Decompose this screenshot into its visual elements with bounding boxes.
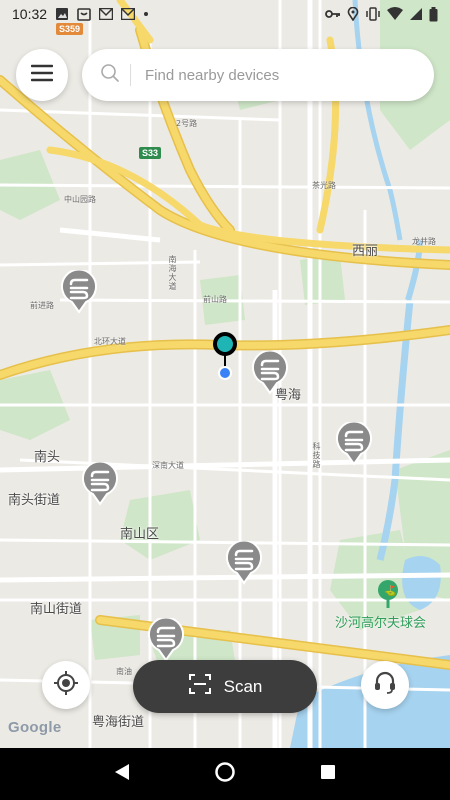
status-time: 10:32 <box>12 6 48 22</box>
home-button[interactable] <box>205 754 245 794</box>
crosshair-icon <box>53 670 79 701</box>
map-label-nanshan-district: 南山区 <box>120 527 160 542</box>
road-label-2: 2号路 <box>176 119 198 128</box>
device-pin[interactable] <box>148 618 184 662</box>
locate-me-button[interactable] <box>42 661 90 709</box>
support-button[interactable] <box>361 661 409 709</box>
clipboard-icon <box>77 7 91 21</box>
back-triangle-icon <box>113 763 131 786</box>
search-input[interactable] <box>145 66 385 84</box>
search-bar[interactable] <box>82 49 434 101</box>
svg-text:⛳: ⛳ <box>384 584 396 597</box>
map-label-nanyou: 南油 <box>116 667 132 676</box>
road-label-ring-avenue: 北环大道 <box>94 337 126 346</box>
road-label-qianshan: 前山路 <box>203 295 227 304</box>
road-label-keji: 科技路 <box>312 442 321 469</box>
road-label-chaguang: 茶光路 <box>312 181 336 190</box>
gmail-icon <box>121 8 136 20</box>
recents-square-icon <box>319 763 337 786</box>
headset-icon <box>372 670 398 701</box>
scan-label: Scan <box>223 676 263 696</box>
device-pin[interactable] <box>252 351 288 395</box>
map-label-yuehai-street: 粤海街道 <box>92 715 145 730</box>
device-pin[interactable] <box>226 541 262 585</box>
road-label-longjing: 龙井路 <box>412 237 436 246</box>
hamburger-menu-icon <box>30 64 54 87</box>
road-label-shennan-avenue: 深南大道 <box>152 461 184 470</box>
image-icon <box>55 7 69 21</box>
google-attribution: Google <box>8 719 62 736</box>
device-pin[interactable] <box>336 422 372 466</box>
road-label-nanshan-avenue: 南海大道 <box>168 255 177 291</box>
device-pin[interactable] <box>82 462 118 506</box>
dot-icon <box>143 11 149 17</box>
map-label-xili: 西丽 <box>352 244 379 259</box>
device-pin[interactable] <box>61 270 97 314</box>
search-divider <box>130 64 131 86</box>
battery-icon <box>429 6 438 22</box>
home-circle-icon <box>214 761 236 788</box>
navigation-bar <box>0 748 450 800</box>
map-label-nantou: 南头 <box>34 450 61 465</box>
road-shield-s33: S33 <box>139 147 162 159</box>
selected-location-pin[interactable] <box>212 331 238 383</box>
map-view[interactable]: ⛳ S359 S33 西丽 粤海 南头 南头街道 南山区 南山街道 沙河高尔夫球… <box>0 0 450 748</box>
key-icon <box>325 8 341 20</box>
wifi-icon <box>387 7 403 21</box>
scan-frame-icon <box>188 673 212 700</box>
vibrate-icon <box>365 7 381 21</box>
road-label-zhongshan: 中山园路 <box>64 195 96 204</box>
recents-button[interactable] <box>308 754 348 794</box>
menu-button[interactable] <box>16 49 68 101</box>
map-label-nantou-street: 南头街道 <box>8 493 61 508</box>
scan-button[interactable]: Scan <box>133 660 317 713</box>
signal-icon <box>409 7 423 21</box>
search-icon <box>100 63 120 88</box>
map-label-nanshan-street: 南山街道 <box>30 602 83 617</box>
map-label-shahe-golf: 沙河高尔夫球会 <box>335 616 427 631</box>
back-button[interactable] <box>102 754 142 794</box>
gmail-icon <box>99 8 114 20</box>
location-icon <box>347 7 359 21</box>
status-bar: 10:32 <box>0 0 450 28</box>
road-label-qianjin: 前进路 <box>30 301 54 310</box>
